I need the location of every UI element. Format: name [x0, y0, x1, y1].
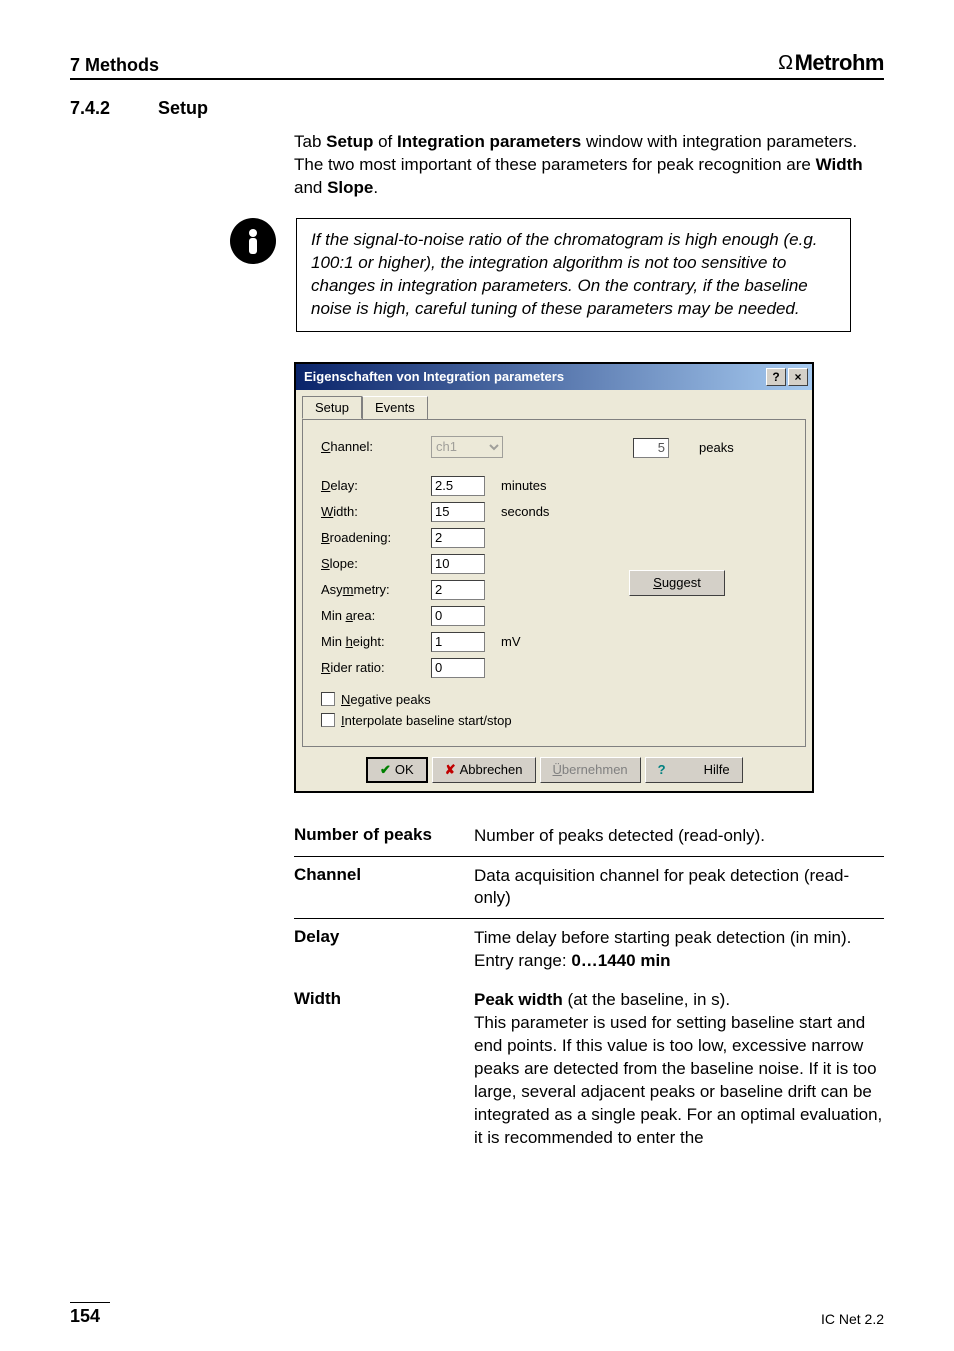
intro-text: of	[373, 132, 397, 151]
def-desc: Number of peaks detected (read-only).	[474, 825, 884, 848]
min-area-field[interactable]	[431, 606, 485, 626]
width-field[interactable]	[431, 502, 485, 522]
def-range-value: 0…1440 min	[571, 951, 670, 970]
asymmetry-label: Asymmetry:	[321, 582, 431, 597]
negative-peaks-checkbox[interactable]	[321, 692, 335, 706]
min-height-unit: mV	[501, 634, 521, 649]
intro-paragraph: Tab Setup of Integration parameters wind…	[294, 131, 884, 200]
intro-slope-bold: Slope	[327, 178, 373, 197]
def-desc: Time delay before starting peak detectio…	[474, 927, 884, 973]
def-term: Delay	[294, 927, 474, 973]
intro-text: .	[373, 178, 378, 197]
brand-logo: Ω Metrohm	[778, 50, 884, 76]
page-number: 154	[70, 1302, 110, 1327]
tab-events[interactable]: Events	[362, 396, 428, 419]
page-header: 7 Methods Ω Metrohm	[70, 50, 884, 80]
interpolate-baseline-label: Interpolate baseline start/stop	[341, 713, 512, 728]
def-desc-text: (at the baseline, in s). This parameter …	[474, 990, 882, 1147]
def-row-channel: Channel Data acquisition channel for pea…	[294, 856, 884, 919]
info-icon	[230, 218, 276, 264]
product-name: IC Net 2.2	[821, 1311, 884, 1327]
def-range-label: Entry range:	[474, 951, 571, 970]
peaks-count-field	[633, 438, 669, 458]
intro-ip-bold: Integration parameters	[397, 132, 581, 151]
def-row-number-of-peaks: Number of peaks Number of peaks detected…	[294, 817, 884, 856]
setup-tab-panel: peaks Suggest Channel: ch1 Delay: minute…	[302, 419, 806, 747]
ok-button[interactable]: ✔ OK	[366, 757, 428, 783]
info-text: If the signal-to-noise ratio of the chro…	[296, 218, 851, 332]
def-row-width: Width Peak width (at the baseline, in s)…	[294, 981, 884, 1158]
def-term: Number of peaks	[294, 825, 474, 848]
rider-ratio-label: Rider ratio:	[321, 660, 431, 675]
section-number: 7.4.2	[70, 98, 130, 119]
question-icon: ?	[658, 762, 666, 777]
def-desc: Data acquisition channel for peak detect…	[474, 865, 884, 911]
tab-setup[interactable]: Setup	[302, 396, 362, 419]
def-row-delay: Delay Time delay before starting peak de…	[294, 918, 884, 981]
delay-field[interactable]	[431, 476, 485, 496]
width-label: Width:	[321, 504, 431, 519]
apply-button[interactable]: Übernehmen	[540, 757, 641, 783]
peaks-readout: peaks	[633, 438, 734, 458]
delay-label: Delay:	[321, 478, 431, 493]
broadening-label: Broadening:	[321, 530, 431, 545]
asymmetry-field[interactable]	[431, 580, 485, 600]
page-footer: 154 IC Net 2.2	[70, 1302, 884, 1327]
min-height-label: Min height:	[321, 634, 431, 649]
width-unit: seconds	[501, 504, 549, 519]
chapter-title: 7 Methods	[70, 55, 159, 76]
section-title: Setup	[158, 98, 208, 119]
ok-button-label: OK	[395, 762, 414, 777]
parameter-definitions: Number of peaks Number of peaks detected…	[294, 817, 884, 1158]
dialog-button-bar: ✔ OK ✘ Abbrechen Übernehmen ? Hilfe	[296, 753, 812, 791]
suggest-button[interactable]: Suggest	[629, 570, 725, 596]
section-heading: 7.4.2 Setup	[70, 98, 884, 119]
def-term: Channel	[294, 865, 474, 911]
dialog-titlebar[interactable]: Eigenschaften von Integration parameters…	[296, 364, 812, 390]
integration-parameters-dialog: Eigenschaften von Integration parameters…	[294, 362, 814, 793]
cancel-button[interactable]: ✘ Abbrechen	[432, 757, 536, 783]
peaks-label: peaks	[699, 440, 734, 455]
apply-button-label: Übernehmen	[553, 762, 628, 777]
close-button[interactable]: ×	[788, 368, 808, 386]
def-term: Width	[294, 989, 474, 1150]
help-button[interactable]: ?	[766, 368, 786, 386]
negative-peaks-label: Negative peaks	[341, 692, 431, 707]
help-button-label: Hilfe	[704, 762, 730, 777]
rider-ratio-field[interactable]	[431, 658, 485, 678]
info-callout: If the signal-to-noise ratio of the chro…	[230, 218, 884, 332]
intro-text: Tab	[294, 132, 326, 151]
intro-width-bold: Width	[816, 155, 863, 174]
intro-text: and	[294, 178, 327, 197]
brand-name: Metrohm	[795, 50, 884, 76]
slope-label: Slope:	[321, 556, 431, 571]
dialog-title: Eigenschaften von Integration parameters	[304, 369, 564, 384]
delay-unit: minutes	[501, 478, 547, 493]
check-icon: ✔	[380, 762, 391, 778]
slope-field[interactable]	[431, 554, 485, 574]
def-desc-text: Time delay before starting peak detectio…	[474, 928, 851, 947]
cancel-button-label: Abbrechen	[460, 762, 523, 777]
broadening-field[interactable]	[431, 528, 485, 548]
channel-label: Channel:	[321, 439, 431, 454]
def-desc: Peak width (at the baseline, in s). This…	[474, 989, 884, 1150]
x-icon: ✘	[445, 762, 456, 778]
channel-select[interactable]: ch1	[431, 436, 503, 458]
def-desc-lead: Peak width	[474, 990, 563, 1009]
dialog-tabs: Setup Events	[296, 390, 812, 419]
min-area-label: Min area:	[321, 608, 431, 623]
min-height-field[interactable]	[431, 632, 485, 652]
help-button-bar[interactable]: ? Hilfe	[645, 757, 743, 783]
intro-setup-bold: Setup	[326, 132, 373, 151]
brand-omega-icon: Ω	[778, 52, 792, 75]
interpolate-baseline-checkbox[interactable]	[321, 713, 335, 727]
